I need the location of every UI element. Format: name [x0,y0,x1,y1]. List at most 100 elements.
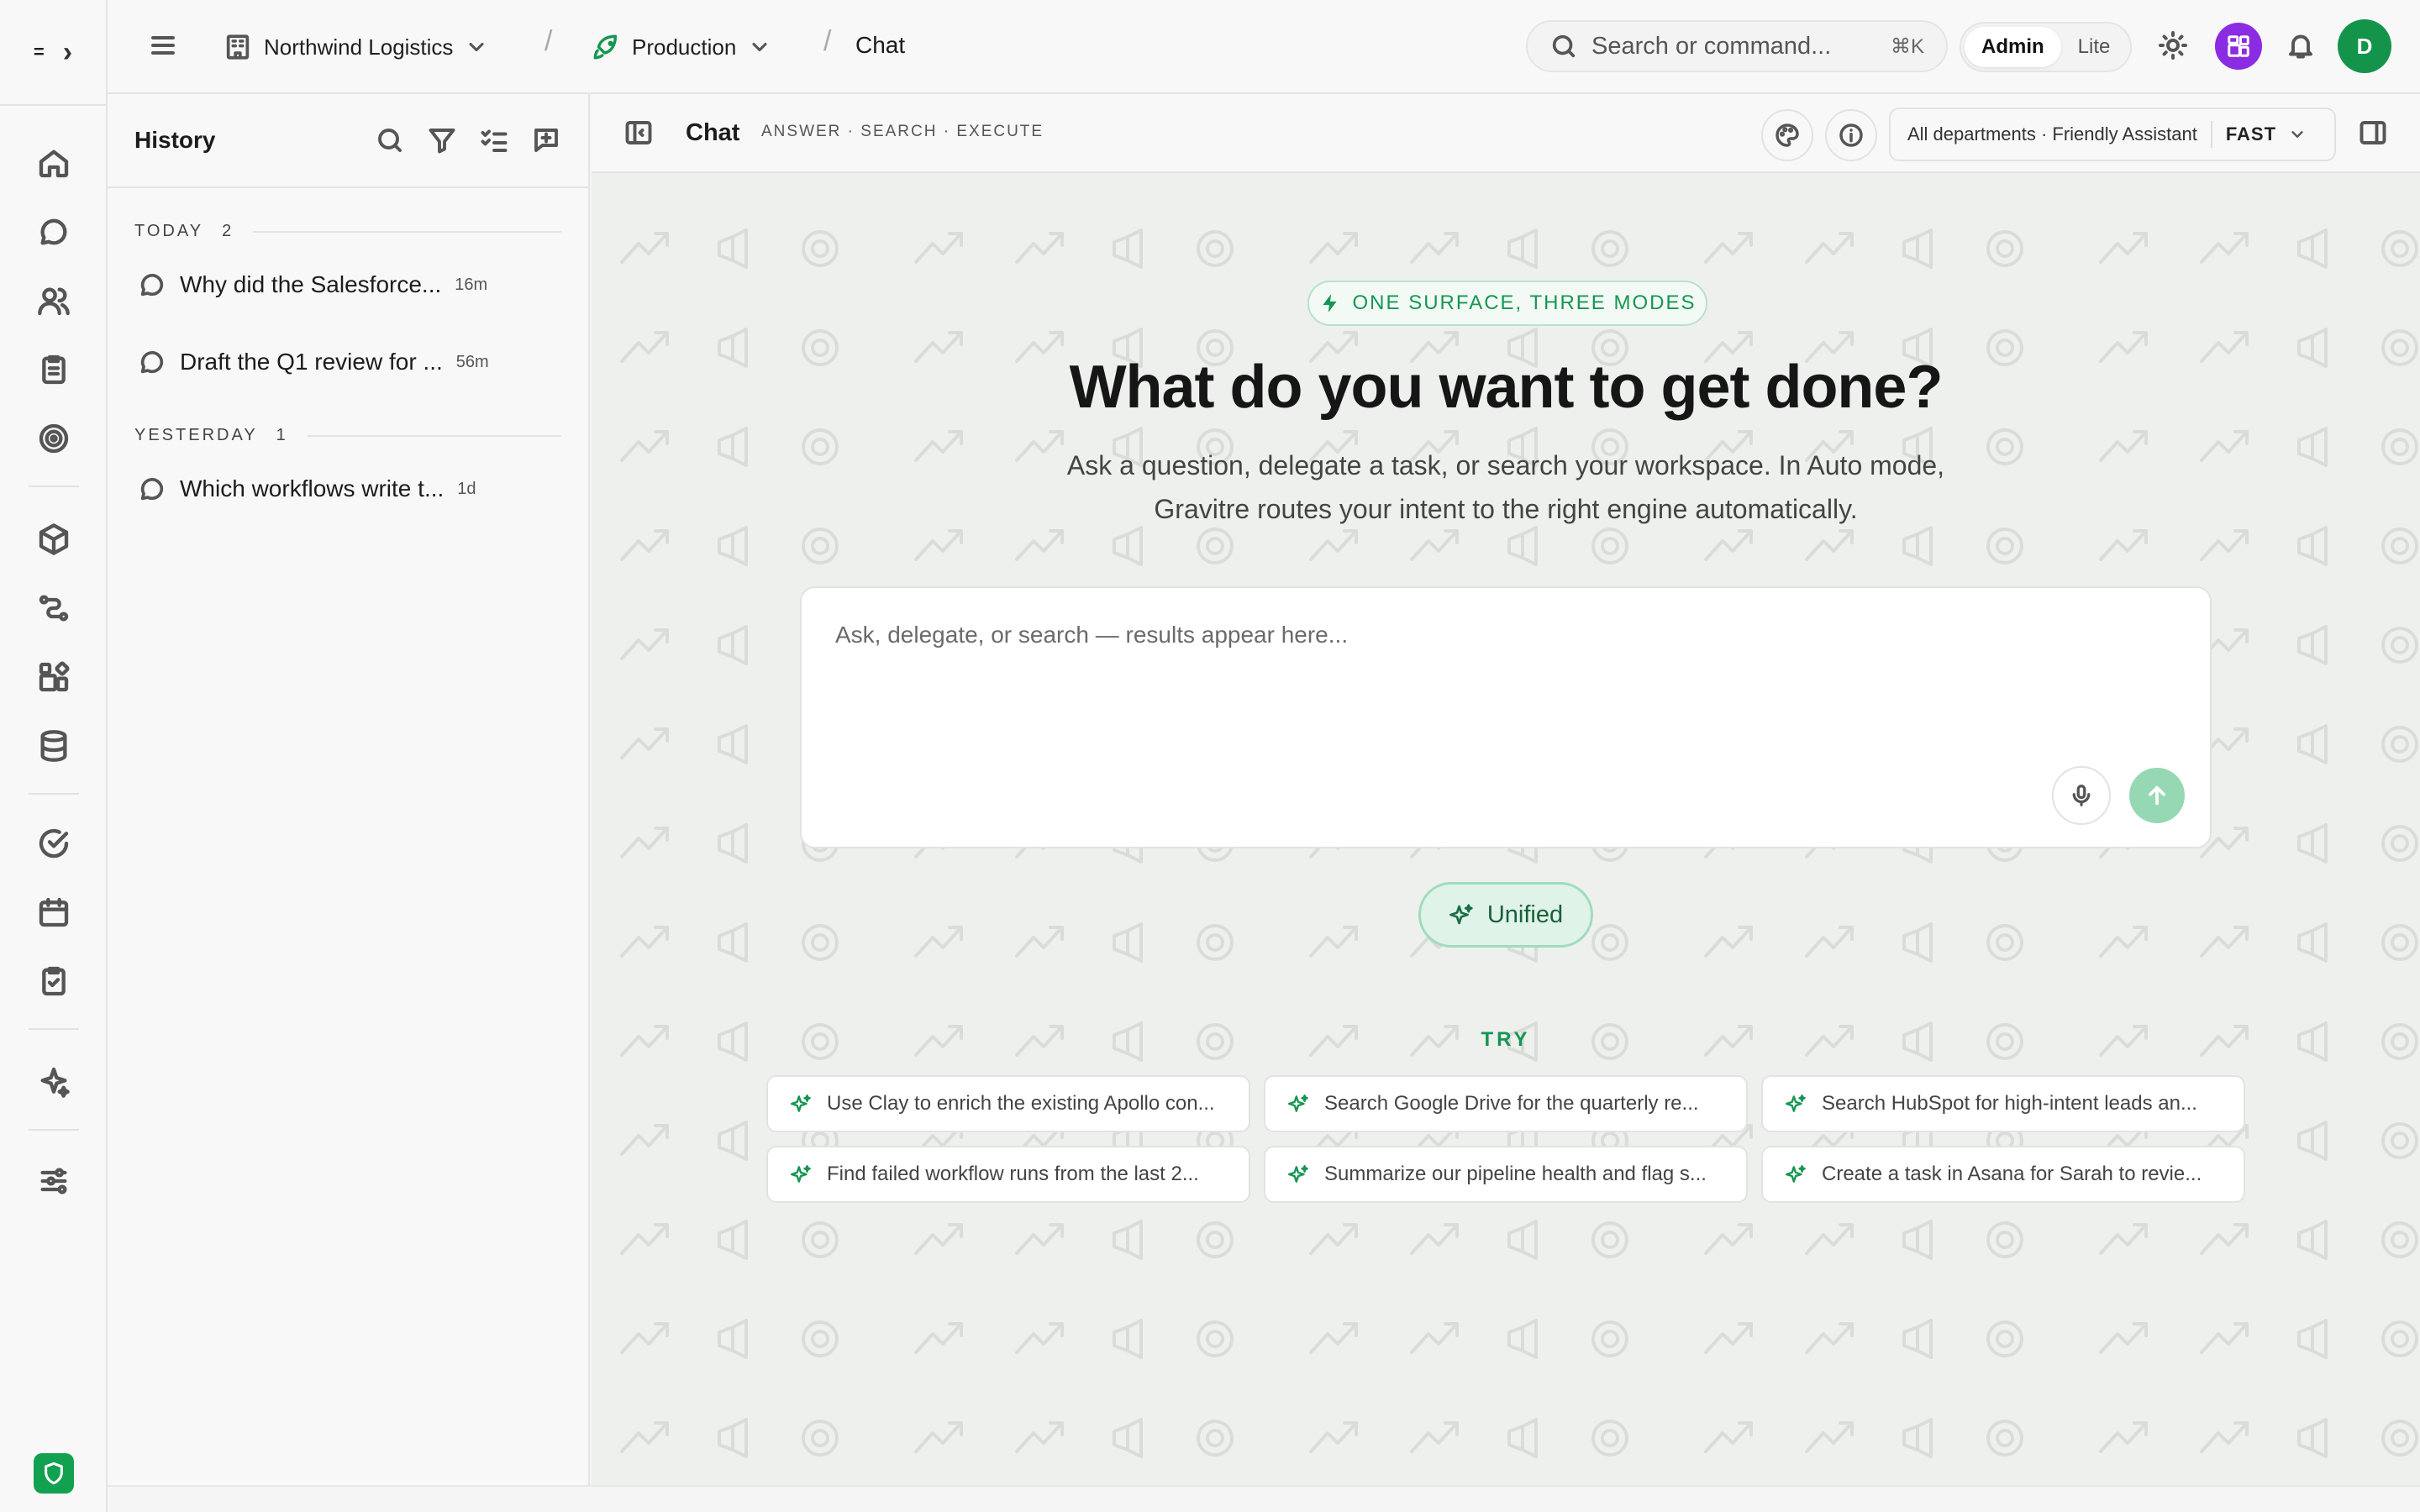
app-logo: = [33,41,45,62]
sparkles-icon [1785,1095,1806,1112]
new-chat-icon[interactable] [531,125,561,155]
mode-tag: ONE SURFACE, THREE MODES [1307,281,1707,326]
history-title: History [134,127,216,153]
check-circle-icon[interactable] [32,822,76,865]
chat-title: Chat [686,119,740,146]
org-name: Northwind Logistics [264,34,454,60]
scope-selector[interactable]: All departments · Friendly Assistant FAS… [1889,108,2336,161]
chat-header: Chat ANSWER · SEARCH · EXECUTE All depar… [592,94,2420,173]
chat-bubble-icon [140,351,164,374]
clipboard-icon[interactable] [32,348,76,391]
hero-description-line-2: Gravitre routes your intent to the right… [1154,494,1858,524]
sparkles-icon[interactable] [32,1060,76,1104]
rocket-icon [593,34,618,60]
send-button[interactable] [2129,768,2185,823]
checklist-icon[interactable] [479,125,509,155]
suggestion-chip[interactable]: Use Clay to enrich the existing Apollo c… [766,1075,1250,1132]
integrations-icon[interactable] [32,655,76,699]
hero-description-line-1: Ask a question, delegate a task, or sear… [1066,450,1945,480]
mode-pill-unified[interactable]: Unified [1418,882,1593,948]
chat-subtitle: ANSWER · SEARCH · EXECUTE [761,123,1044,140]
toggle-sidebar-icon[interactable] [2358,118,2388,148]
rail-header: = › [0,0,106,106]
suggestion-text: Create a task in Asana for Sarah to revi… [1822,1163,2202,1185]
history-item[interactable]: Draft the Q1 review for ... 56m [108,323,588,401]
history-item[interactable]: Why did the Salesforce... 16m [108,246,588,323]
search-placeholder: Search or command... [1591,32,1832,60]
search-icon [1552,34,1576,58]
environment-switcher[interactable]: Production [592,27,771,67]
home-icon[interactable] [32,141,76,185]
suggestion-chip[interactable]: Search Google Drive for the quarterly re… [1264,1075,1748,1132]
package-icon[interactable] [32,517,76,561]
sparkles-icon [1449,904,1473,925]
history-group-yesterday: YESTERDAY 1 [108,426,588,445]
lightning-icon [1322,294,1337,312]
top-bar: Northwind Logistics / Production / Chat … [108,0,2420,94]
history-panel: History TODAY 2 Why did the Salesforce..… [108,94,590,1485]
clipboard-check-icon[interactable] [32,959,76,1003]
mode-admin[interactable]: Admin [1965,27,2061,67]
info-icon[interactable] [1825,109,1877,161]
search-shortcut: ⌘K [1890,34,1924,58]
chat-main: Chat ANSWER · SEARCH · EXECUTE All depar… [592,94,2420,1485]
mode-lite[interactable]: Lite [2061,27,2128,67]
shield-icon[interactable] [34,1453,74,1494]
suggestion-text: Use Clay to enrich the existing Apollo c… [827,1092,1215,1115]
chevron-down-icon [2291,131,2303,138]
avatar[interactable]: D [2338,19,2391,73]
apps-grid-icon[interactable] [2215,23,2262,70]
sparkles-icon [1785,1165,1806,1183]
sparkles-icon [1287,1095,1308,1112]
speed-label: FAST [2225,123,2277,144]
menu-icon[interactable] [148,30,178,60]
history-item-title: Why did the Salesforce... [180,271,442,297]
breadcrumb-separator: / [823,25,832,57]
collapse-panel-icon[interactable] [623,118,654,148]
mode-pill-label: Unified [1486,900,1564,928]
suggestion-chip[interactable]: Search HubSpot for high-intent leads an.… [1761,1075,2245,1132]
building-icon [226,34,250,60]
sparkles-icon [790,1165,811,1183]
chevron-down-icon [752,42,767,52]
calendar-icon[interactable] [32,890,76,934]
database-icon[interactable] [32,724,76,768]
palette-icon[interactable] [1761,109,1813,161]
group-label: YESTERDAY [134,426,258,444]
sliders-icon[interactable] [32,1159,76,1203]
group-count: 2 [222,222,232,240]
sun-icon[interactable] [2158,30,2188,60]
suggestion-text: Find failed workflow runs from the last … [827,1163,1199,1185]
workflow-icon[interactable] [32,586,76,630]
breadcrumb-current: Chat [855,32,906,58]
search-icon[interactable] [375,125,405,155]
history-item-title: Draft the Q1 review for ... [180,349,443,375]
arrow-up-icon [2149,785,2165,806]
prompt-composer[interactable]: Ask, delegate, or search — results appea… [800,586,2212,848]
suggestion-chip[interactable]: Create a task in Asana for Sarah to revi… [1761,1146,2245,1203]
suggestion-text: Search Google Drive for the quarterly re… [1324,1092,1699,1115]
try-label: TRY [1481,1028,1531,1051]
history-item-time: 16m [455,275,488,294]
users-icon[interactable] [32,279,76,323]
footer-strip [108,1485,2420,1512]
global-search[interactable]: Search or command... ⌘K [1526,20,1948,72]
filter-icon[interactable] [427,125,457,155]
target-icon[interactable] [32,417,76,460]
chat-icon[interactable] [32,210,76,254]
org-switcher[interactable]: Northwind Logistics [224,27,488,67]
chevron-down-icon [469,42,484,52]
mode-toggle[interactable]: Admin Lite [1960,22,2133,72]
scope-label: All departments · Friendly Assistant [1907,123,2197,144]
bell-icon[interactable] [2286,30,2316,60]
history-item[interactable]: Which workflows write t... 1d [108,450,588,528]
nav-rail: = › [0,0,108,1512]
suggestion-chip[interactable]: Find failed workflow runs from the last … [766,1146,1250,1203]
suggestion-text: Search HubSpot for high-intent leads an.… [1822,1092,2197,1115]
microphone-icon[interactable] [2052,766,2111,825]
suggestion-chip[interactable]: Summarize our pipeline health and flag s… [1264,1146,1748,1203]
expand-rail-button[interactable]: › [63,36,72,69]
breadcrumb-separator: / [544,25,553,57]
history-item-time: 1d [457,479,476,498]
history-item-title: Which workflows write t... [180,475,445,501]
